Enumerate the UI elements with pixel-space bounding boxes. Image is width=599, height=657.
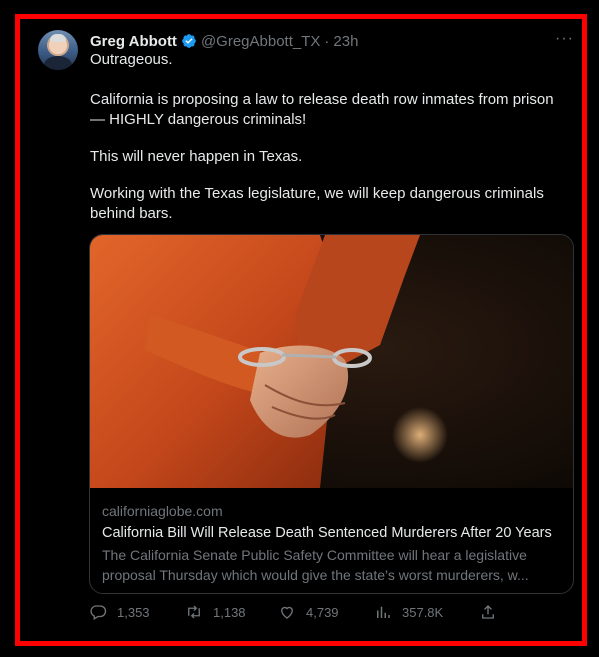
tweet-paragraph: Working with the Texas legislature, we w… (90, 185, 544, 222)
reply-count: 1,353 (117, 604, 150, 620)
tweet-paragraph: This will never happen in Texas. (90, 148, 303, 165)
repost-button[interactable]: 1,138 (185, 603, 246, 621)
repost-count: 1,138 (213, 604, 246, 620)
author-name[interactable]: Greg Abbott (90, 33, 177, 50)
reply-icon (90, 605, 107, 620)
avatar-suit (44, 56, 72, 70)
card-title: California Bill Will Release Death Sente… (102, 525, 552, 541)
card-domain: californiaglobe.com (102, 503, 223, 519)
like-count: 4,739 (306, 604, 339, 620)
tweet-timestamp[interactable]: 23h (333, 33, 358, 50)
avatar[interactable] (38, 30, 78, 70)
tweet-paragraph: Outrageous. (90, 51, 173, 68)
tweet-header: Greg Abbott @GregAbbott_TX · 23h (90, 31, 358, 51)
card-image (90, 235, 573, 488)
author-handle[interactable]: @GregAbbott_TX (201, 33, 320, 50)
share-button[interactable] (479, 603, 507, 621)
like-icon (281, 606, 293, 619)
link-preview-card[interactable]: californiaglobe.com California Bill Will… (89, 234, 574, 594)
verified-badge-icon (181, 33, 197, 49)
card-description: The California Senate Public Safety Comm… (102, 547, 529, 583)
views-icon (377, 606, 390, 618)
avatar-hair (50, 34, 66, 42)
more-icon[interactable]: ··· (555, 30, 574, 48)
share-icon (482, 605, 494, 619)
like-button[interactable]: 4,739 (278, 603, 339, 621)
action-bar: 1,353 1,138 4,739 357.8K (89, 603, 509, 625)
separator-dot: · (324, 32, 330, 50)
views-button[interactable]: 357.8K (374, 603, 443, 621)
tweet-paragraph: California is proposing a law to release… (90, 91, 554, 128)
repost-icon (188, 605, 200, 619)
views-count: 357.8K (402, 604, 444, 620)
reply-button[interactable]: 1,353 (89, 603, 150, 621)
